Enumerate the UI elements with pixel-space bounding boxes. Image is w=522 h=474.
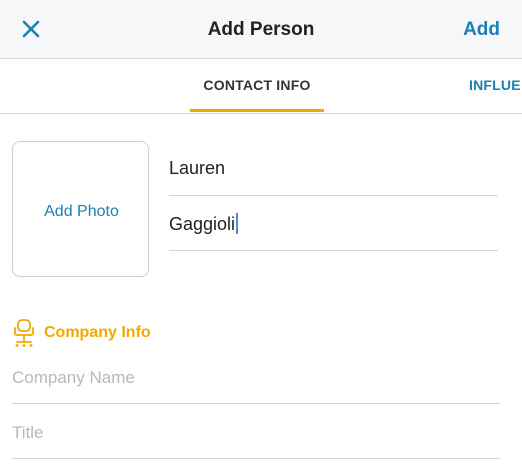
add-button[interactable]: Add bbox=[463, 19, 500, 41]
first-name-value: Lauren bbox=[169, 158, 226, 178]
page-title: Add Person bbox=[207, 19, 315, 40]
office-chair-icon bbox=[12, 318, 36, 348]
text-cursor bbox=[236, 213, 239, 234]
add-photo-label: Add Photo bbox=[44, 203, 119, 220]
tab-influence[interactable]: INFLUE bbox=[469, 77, 521, 93]
active-tab-indicator bbox=[190, 109, 324, 112]
last-name-divider bbox=[169, 250, 498, 251]
company-info-heading: Company Info bbox=[44, 324, 151, 341]
tab-bar: CONTACT INFO INFLUE bbox=[0, 59, 522, 114]
title-divider bbox=[12, 458, 500, 459]
add-photo-button[interactable]: Add Photo bbox=[12, 141, 149, 277]
first-name-divider bbox=[169, 195, 498, 196]
company-name-divider bbox=[12, 403, 500, 404]
last-name-field[interactable]: Gaggioli bbox=[169, 213, 239, 235]
last-name-value: Gaggioli bbox=[169, 214, 236, 234]
tab-contact-info[interactable]: CONTACT INFO bbox=[190, 77, 324, 93]
navigation-bar: Add Person Add bbox=[0, 0, 522, 59]
company-name-input[interactable]: Company Name bbox=[12, 368, 135, 388]
first-name-field[interactable]: Lauren bbox=[169, 158, 225, 179]
title-input[interactable]: Title bbox=[12, 423, 44, 443]
